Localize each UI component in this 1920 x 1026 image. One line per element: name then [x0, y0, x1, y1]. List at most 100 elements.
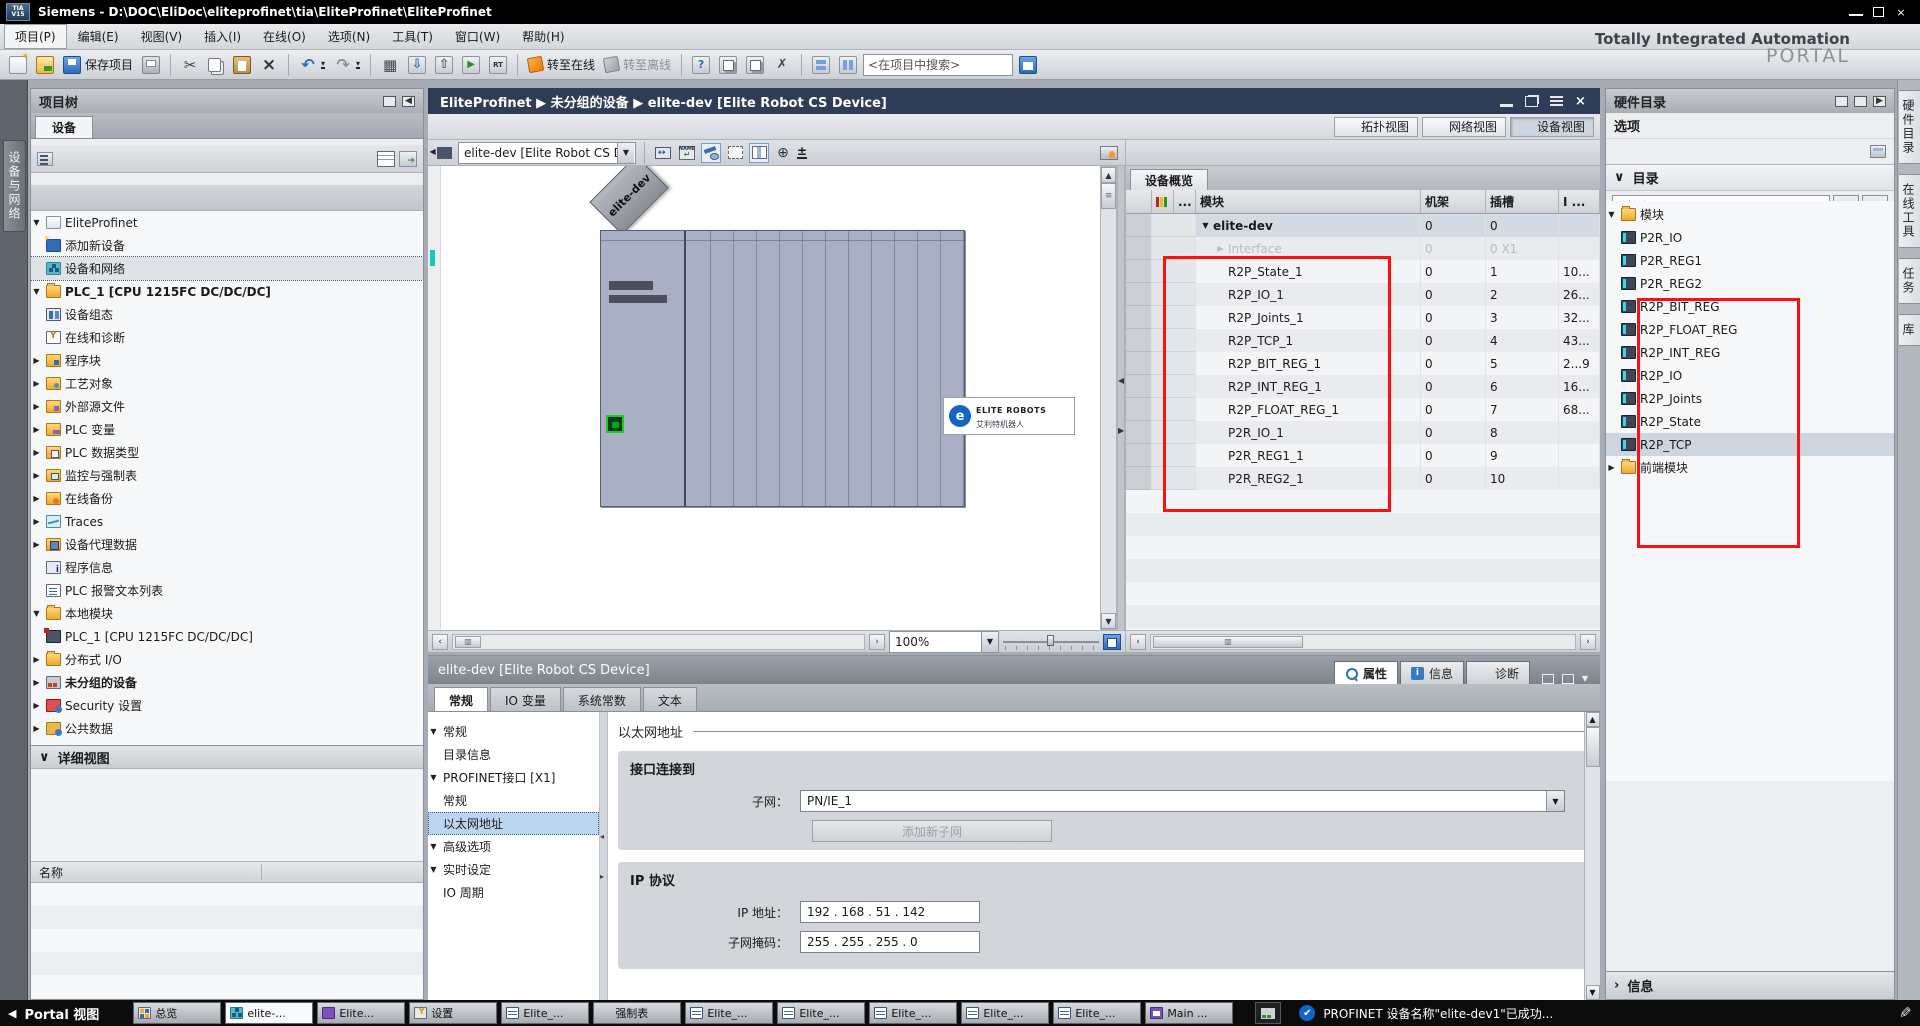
catalog-item[interactable]: ▼ 模块	[1606, 203, 1894, 226]
detail-view-header[interactable]: ∨ 详细视图	[31, 745, 423, 769]
split-editor-horizontal-button[interactable]	[809, 53, 833, 77]
redo-dropdown-icon[interactable]: ▾	[356, 60, 360, 69]
device-overview-row[interactable]: ▶Interface 0 0 X1	[1126, 237, 1600, 260]
minimize-editor-icon[interactable]	[1500, 96, 1513, 107]
project-tree-item[interactable]: ▶ Security 设置	[31, 694, 423, 717]
catalog-item[interactable]: P2R_REG2	[1606, 272, 1894, 295]
properties-tab[interactable]: 文本	[643, 687, 697, 711]
project-tree-item[interactable]: PLC 报警文本列表	[31, 579, 423, 602]
menu-item[interactable]: 窗口(W)	[444, 24, 511, 49]
scroll-down-icon[interactable]: ▼	[1586, 985, 1600, 1000]
device-overview-row[interactable]: R2P_IO_1 0 2 26...	[1126, 283, 1600, 306]
expand-arrow-icon[interactable]: ▶	[1215, 244, 1226, 253]
chevron-down-icon[interactable]: ▼	[617, 143, 634, 163]
taskbar-window-button[interactable]: 设置	[409, 1002, 497, 1024]
sort-tree-icon[interactable]	[37, 152, 53, 166]
project-tree-item[interactable]: ▶ PLC 变量	[31, 418, 423, 441]
properties-side-button[interactable]: 信息	[1400, 661, 1464, 684]
splitter-collapse-left-icon[interactable]: ◀	[1118, 376, 1124, 385]
collapse-detail-icon[interactable]: ∨	[39, 750, 50, 765]
show-names-button[interactable]: NAME	[677, 143, 697, 163]
taskbar-window-button[interactable]: Elite_...	[961, 1002, 1049, 1024]
float-panel-icon[interactable]	[1542, 674, 1554, 684]
expand-arrow-icon[interactable]: ▶	[31, 724, 42, 733]
project-tree-item[interactable]: ▶ 公共数据	[31, 717, 423, 740]
menu-item[interactable]: 选项(N)	[317, 24, 381, 49]
taskbar-window-button[interactable]: Elite_...	[1053, 1002, 1141, 1024]
menu-item[interactable]: 视图(V)	[130, 24, 194, 49]
column-module[interactable]: 模块	[1196, 190, 1421, 213]
catalog-item[interactable]: R2P_FLOAT_REG	[1606, 318, 1894, 341]
close-editor-icon[interactable]: ×	[1575, 96, 1588, 107]
expand-arrow-icon[interactable]: ▼	[428, 842, 439, 851]
project-tree-item[interactable]: 添加新设备	[31, 234, 423, 257]
properties-nav-item[interactable]: 常规	[428, 789, 599, 812]
project-tree-item[interactable]: ▶ 程序块	[31, 349, 423, 372]
zoom-slider[interactable]	[1003, 634, 1099, 650]
expand-arrow-icon[interactable]: ▼	[428, 773, 439, 782]
catalog-item[interactable]: P2R_IO	[1606, 226, 1894, 249]
receive-alarms-button[interactable]	[716, 53, 740, 77]
scroll-right-icon[interactable]: ›	[1580, 634, 1596, 650]
menu-item[interactable]: 在线(O)	[252, 24, 317, 49]
project-tree-item[interactable]: 在线和诊断	[31, 326, 423, 349]
menu-item[interactable]: 工具(T)	[381, 24, 444, 49]
taskbar-window-button[interactable]: 总览	[133, 1002, 221, 1024]
project-tree-item[interactable]: PLC_1 [CPU 1215FC DC/DC/DC]	[31, 625, 423, 648]
subnet-combo[interactable]: PN/IE_1 ▼	[800, 790, 1565, 812]
scroll-right-icon[interactable]: ›	[869, 634, 885, 650]
project-tree-item[interactable]: ▶ 未分组的设备	[31, 671, 423, 694]
device-overview-row[interactable]: R2P_INT_REG_1 0 6 16...	[1126, 375, 1600, 398]
status-message[interactable]: ✔ PROFINET 设备名称"elite-dev1"已成功...	[1299, 1005, 1553, 1022]
compile-button[interactable]	[378, 53, 402, 77]
catalog-info-bar[interactable]: › 信息	[1606, 971, 1894, 999]
column-i-address[interactable]: I ...	[1559, 190, 1600, 213]
right-strip-tab[interactable]: 库	[1899, 314, 1920, 346]
minimize-window-icon[interactable]	[1849, 8, 1863, 16]
dock-panel-icon[interactable]	[1562, 674, 1574, 684]
properties-nav-item[interactable]: ▼ 高级选项	[428, 835, 599, 858]
zoom-level-icon[interactable]: ±	[797, 146, 807, 159]
device-overview-row[interactable]: R2P_Joints_1 0 3 32...	[1126, 306, 1600, 329]
device-head-module[interactable]	[601, 231, 686, 506]
expand-arrow-icon[interactable]: ▼	[428, 865, 439, 874]
column-rack[interactable]: 机架	[1421, 190, 1486, 213]
catalog-item[interactable]: R2P_Joints	[1606, 387, 1894, 410]
add-subnet-button[interactable]: 添加新子网	[812, 820, 1052, 842]
undo-button[interactable]: ▾	[296, 53, 328, 77]
device-select-combo[interactable]: elite-dev [Elite Robot CS Devi ▼	[458, 142, 636, 164]
expand-arrow-icon[interactable]: ▶	[31, 379, 42, 388]
catalog-item[interactable]: R2P_BIT_REG	[1606, 295, 1894, 318]
scroll-up-icon[interactable]: ▲	[1586, 712, 1600, 727]
catalog-item[interactable]: P2R_REG1	[1606, 249, 1894, 272]
device-view-canvas[interactable]: elite-dev e ELITE ROBOTS 艾利特机器人	[428, 166, 1100, 630]
go-offline-button[interactable]: 转至离线	[601, 53, 674, 77]
portal-view-button[interactable]: ◀ Portal 视图	[8, 1004, 99, 1023]
properties-nav-item[interactable]: ▼ 实时设定	[428, 858, 599, 881]
expand-arrow-icon[interactable]: ▼	[31, 609, 42, 618]
expand-arrow-icon[interactable]: ▼	[31, 287, 42, 296]
expand-arrow-icon[interactable]: ▶	[31, 356, 42, 365]
properties-splitter[interactable]	[600, 712, 608, 1000]
editor-list-icon[interactable]	[1550, 96, 1563, 107]
redo-button[interactable]: ▾	[331, 53, 363, 77]
properties-nav-item[interactable]: 以太网地址	[428, 812, 599, 835]
taskbar-window-button[interactable]: Elite_...	[501, 1002, 589, 1024]
device-overview-row[interactable]: R2P_BIT_REG_1 0 5 2...9	[1126, 352, 1600, 375]
project-tree-item[interactable]: ▶ 工艺对象	[31, 372, 423, 395]
go-online-button[interactable]: 转至在线	[525, 53, 598, 77]
expand-arrow-icon[interactable]: ▶	[31, 448, 42, 457]
properties-nav-item[interactable]: ▼ 常规	[428, 720, 599, 743]
right-strip-tab[interactable]: 任务	[1899, 258, 1920, 304]
expand-arrow-icon[interactable]: ▶	[31, 678, 42, 687]
menu-item[interactable]: 插入(I)	[193, 24, 252, 49]
elite-dev-device-graphic[interactable]: e ELITE ROBOTS 艾利特机器人	[600, 230, 965, 507]
canvas-horizontal-scrollbar[interactable]: ▥	[452, 634, 865, 650]
profinet-port-icon[interactable]	[606, 415, 624, 433]
right-strip-tab[interactable]: 在线工具	[1899, 174, 1920, 248]
upload-from-device-button[interactable]	[432, 53, 456, 77]
taskbar-window-button[interactable]: Elite...	[317, 1002, 405, 1024]
toggle-grid-button[interactable]	[725, 143, 745, 163]
scrollbar-thumb[interactable]: ▥	[1153, 636, 1303, 648]
collapse-panel-icon[interactable]: ▶	[1873, 96, 1886, 107]
